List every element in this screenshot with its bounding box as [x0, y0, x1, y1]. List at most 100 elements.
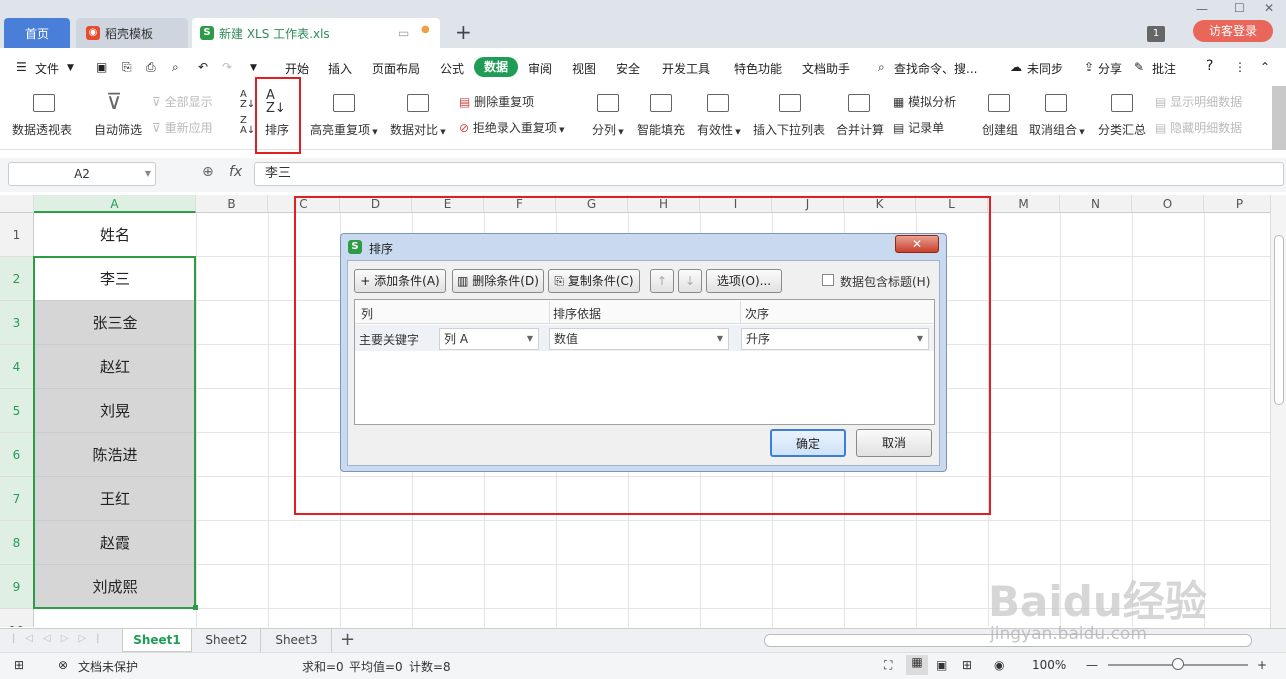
redo-icon[interactable]: ↷ [222, 60, 232, 74]
menu-developer[interactable]: 开发工具 [662, 60, 710, 77]
new-tab-button[interactable]: + [455, 20, 472, 44]
search-icon[interactable]: ⌕ [878, 60, 885, 75]
zoom-slider-thumb[interactable] [1172, 658, 1184, 670]
smart-fill-button[interactable]: 智能填充 [637, 121, 685, 138]
split-column-button[interactable]: 分列 ▼ [592, 121, 624, 138]
menu-insert[interactable]: 插入 [328, 60, 352, 77]
page-layout-icon[interactable]: ⊞ [962, 658, 972, 672]
chevron-down-icon[interactable]: ▼ [67, 63, 74, 73]
ok-button[interactable]: 确定 [770, 429, 846, 457]
page-break-icon[interactable]: ▣ [936, 658, 947, 672]
login-button[interactable]: 访客登录 [1193, 20, 1273, 42]
sort-desc-icon[interactable]: Z A↓ [240, 116, 255, 136]
fill-handle[interactable] [193, 605, 198, 610]
cell-a1[interactable]: 姓名 [34, 213, 196, 257]
show-all-button[interactable]: ⊽ 全部显示 [152, 93, 213, 110]
key-column-select[interactable]: 列 A ▼ [439, 328, 539, 350]
col-header-b[interactable]: B [196, 195, 268, 213]
zoom-formula-icon[interactable]: ⊕ [202, 164, 214, 180]
sort-asc-icon[interactable]: A Z↓ [240, 90, 255, 110]
highlight-duplicates-button[interactable]: 高亮重复项 ▼ [310, 121, 378, 138]
sort-basis-select[interactable]: 数值 ▼ [549, 328, 729, 350]
dialog-close-button[interactable]: ✕ [895, 235, 939, 253]
copy-condition-button[interactable]: ⎘ 复制条件(C) [548, 269, 640, 293]
menu-data[interactable]: 数据 [474, 57, 518, 77]
reject-duplicates-button[interactable]: ⊘ 拒绝录入重复项 ▼ [459, 119, 565, 136]
command-search[interactable]: 查找命令、搜... [894, 60, 977, 77]
show-detail-button[interactable]: ▤ 显示明细数据 [1155, 93, 1242, 110]
collapse-ribbon-icon[interactable]: ⌃ [1260, 60, 1270, 74]
eye-care-icon[interactable]: ◉ [994, 658, 1004, 672]
monitor-icon[interactable]: ▭ [398, 26, 409, 40]
menu-doc-assistant[interactable]: 文档助手 [802, 60, 850, 77]
simulation-button[interactable]: ▦ 模拟分析 [893, 93, 956, 110]
row-header-3[interactable]: 3 [0, 301, 34, 345]
row-header-7[interactable]: 7 [0, 477, 34, 521]
row-header-10[interactable]: 10 [0, 609, 34, 627]
data-compare-button[interactable]: 数据对比 ▼ [390, 121, 446, 138]
create-group-button[interactable]: 创建组 [982, 121, 1018, 138]
sheet-tab-1[interactable]: Sheet1 [122, 629, 192, 652]
share-button[interactable]: 分享 [1098, 60, 1122, 77]
undo-icon[interactable]: ↶ [198, 60, 208, 74]
comment-button[interactable]: 批注 [1152, 60, 1176, 77]
zoom-out-button[interactable]: — [1086, 658, 1098, 672]
col-header-o[interactable]: O [1132, 195, 1204, 213]
has-header-checkbox[interactable] [822, 274, 834, 286]
macro-icon[interactable]: ⊞ [14, 658, 24, 672]
row-header-5[interactable]: 5 [0, 389, 34, 433]
tab-home[interactable]: 首页 [4, 18, 70, 48]
tab-file[interactable]: S 新建 XLS 工作表.xls ▭ ● [192, 18, 440, 48]
sheet-tab-2[interactable]: Sheet2 [193, 629, 261, 652]
menu-review[interactable]: 审阅 [528, 60, 552, 77]
more-icon[interactable]: ⋮ [1234, 60, 1246, 74]
row-header-6[interactable]: 6 [0, 433, 34, 477]
reapply-button[interactable]: ⊽ 重新应用 [152, 119, 213, 136]
menu-special[interactable]: 特色功能 [734, 60, 782, 77]
normal-view-icon[interactable]: ▦ [906, 655, 928, 675]
select-all-corner[interactable] [0, 195, 34, 213]
move-up-button[interactable]: ↑ [650, 269, 674, 293]
quick-access-dropdown-icon[interactable]: ▼ [250, 63, 257, 73]
hide-detail-button[interactable]: ▤ 隐藏明细数据 [1155, 119, 1242, 136]
fullscreen-icon[interactable]: ⛶ [884, 658, 892, 673]
menu-view[interactable]: 视图 [572, 60, 596, 77]
vertical-scrollbar[interactable] [1270, 195, 1286, 628]
tab-template[interactable]: ◉ 稻壳模板 [76, 18, 188, 48]
minimize-icon[interactable]: — [1196, 2, 1208, 16]
row-header-4[interactable]: 4 [0, 345, 34, 389]
row-header-9[interactable]: 9 [0, 565, 34, 609]
formula-input[interactable]: 李三 [254, 162, 1284, 186]
window-count-badge[interactable]: 1 [1147, 26, 1165, 42]
help-button[interactable]: ? [1206, 58, 1213, 74]
ungroup-button[interactable]: 取消组合 ▼ [1029, 121, 1085, 138]
add-condition-button[interactable]: + 添加条件(A) [354, 269, 446, 293]
fx-icon[interactable]: fx [229, 164, 242, 180]
delete-duplicates-button[interactable]: ▤ 删除重复项 [459, 93, 534, 110]
menu-formula[interactable]: 公式 [440, 60, 464, 77]
file-menu[interactable]: 文件 [35, 60, 59, 77]
export-icon[interactable]: ⎘ [122, 60, 132, 75]
col-header-a[interactable]: A [34, 195, 196, 213]
zoom-level[interactable]: 100% [1032, 658, 1066, 672]
menu-start[interactable]: 开始 [285, 60, 309, 77]
col-header-p[interactable]: P [1204, 195, 1270, 213]
cancel-button[interactable]: 取消 [856, 429, 932, 457]
maximize-icon[interactable]: ☐ [1234, 1, 1245, 15]
hamburger-icon[interactable]: ☰ [16, 60, 27, 74]
sync-status[interactable]: 未同步 [1027, 60, 1063, 77]
row-header-2[interactable]: 2 [0, 257, 34, 301]
validity-button[interactable]: 有效性 ▼ [697, 121, 741, 138]
merge-calc-button[interactable]: 合并计算 [836, 121, 884, 138]
protection-status[interactable]: 文档未保护 [78, 658, 138, 675]
save-icon[interactable]: ▣ [96, 60, 107, 74]
ribbon-scroll[interactable] [1272, 86, 1286, 150]
row-header-1[interactable]: 1 [0, 213, 34, 257]
options-button[interactable]: 选项(O)... [706, 269, 782, 293]
print-preview-icon[interactable]: ⌕ [172, 60, 179, 75]
close-icon[interactable]: ✕ [1264, 1, 1274, 15]
subtotal-button[interactable]: 分类汇总 [1098, 121, 1146, 138]
sort-order-select[interactable]: 升序 ▼ [741, 328, 929, 350]
vertical-scroll-thumb[interactable] [1274, 235, 1284, 405]
col-header-m[interactable]: M [988, 195, 1060, 213]
